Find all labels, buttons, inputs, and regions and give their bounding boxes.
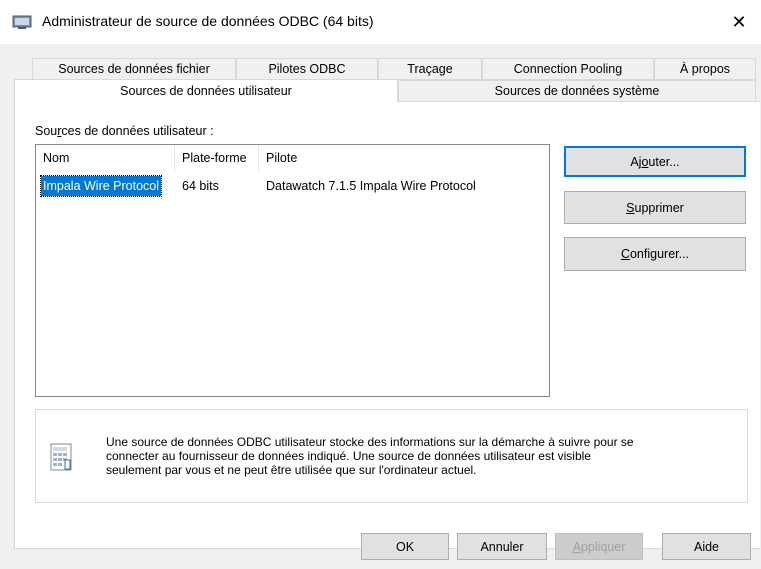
dsn-name-cell[interactable]: Impala Wire Protocol xyxy=(39,175,163,197)
column-header-name[interactable]: Nom xyxy=(36,145,175,171)
odbc-app-icon xyxy=(12,15,32,29)
dialog-client-area: Sources de données fichier Pilotes ODBC … xyxy=(0,44,761,569)
ok-button[interactable]: OK xyxy=(361,533,449,560)
user-dsn-list[interactable]: Nom Plate-forme Pilote Impala Wire Proto… xyxy=(35,144,550,397)
dsn-driver-cell: Datawatch 7.1.5 Impala Wire Protocol xyxy=(266,179,476,193)
tab-connection-pooling[interactable]: Connection Pooling xyxy=(482,58,654,80)
tab-tracing[interactable]: Traçage xyxy=(378,58,482,80)
help-button[interactable]: Aide xyxy=(662,533,751,560)
list-item[interactable]: Impala Wire Protocol 64 bits Datawatch 7… xyxy=(36,175,549,197)
apply-button[interactable]: Appliquer xyxy=(555,533,643,560)
list-header: Nom Plate-forme Pilote xyxy=(36,145,549,171)
info-description: Une source de données ODBC utilisateur s… xyxy=(106,435,726,477)
column-header-platform[interactable]: Plate-forme xyxy=(175,145,259,171)
tab-label: Sources de données système xyxy=(494,84,660,98)
info-line: Une source de données ODBC utilisateur s… xyxy=(106,435,634,449)
user-dsn-list-label: Sources de données utilisateur : xyxy=(35,124,214,138)
tab-odbc-drivers[interactable]: Pilotes ODBC xyxy=(236,58,378,80)
window-title: Administrateur de source de données ODBC… xyxy=(42,13,374,29)
info-line: seulement par vous et ne peut être utili… xyxy=(106,463,477,477)
configure-button[interactable]: Configurer... xyxy=(564,237,746,271)
close-icon: ✕ xyxy=(731,11,747,32)
remove-button[interactable]: Supprimer xyxy=(564,191,746,224)
tab-file-dsn[interactable]: Sources de données fichier xyxy=(32,58,236,80)
column-header-driver[interactable]: Pilote xyxy=(259,145,549,171)
tab-label: Connection Pooling xyxy=(513,62,623,76)
odbc-admin-window: Administrateur de source de données ODBC… xyxy=(0,0,761,569)
tab-label: Pilotes ODBC xyxy=(268,62,346,76)
tab-label: Sources de données utilisateur xyxy=(120,84,292,98)
title-bar[interactable]: Administrateur de source de données ODBC… xyxy=(0,0,761,44)
add-button[interactable]: Aj o uter... xyxy=(564,146,746,177)
odbc-datasource-icon xyxy=(50,443,72,471)
dsn-platform-cell: 64 bits xyxy=(182,179,219,193)
tab-label: À propos xyxy=(679,62,731,76)
tab-user-dsn[interactable]: Sources de données utilisateur xyxy=(14,79,398,102)
tab-system-dsn[interactable]: Sources de données système xyxy=(398,80,756,102)
info-box: Une source de données ODBC utilisateur s… xyxy=(35,409,748,503)
tab-label: Sources de données fichier xyxy=(58,62,210,76)
tab-about[interactable]: À propos xyxy=(654,58,756,80)
tab-label: Traçage xyxy=(407,62,453,76)
cancel-button[interactable]: Annuler xyxy=(457,533,547,560)
close-button[interactable]: ✕ xyxy=(717,0,761,44)
info-line: connecter au fournisseur de données indi… xyxy=(106,449,591,463)
user-dsn-panel: Sources de données utilisateur : Nom Pla… xyxy=(14,101,760,549)
